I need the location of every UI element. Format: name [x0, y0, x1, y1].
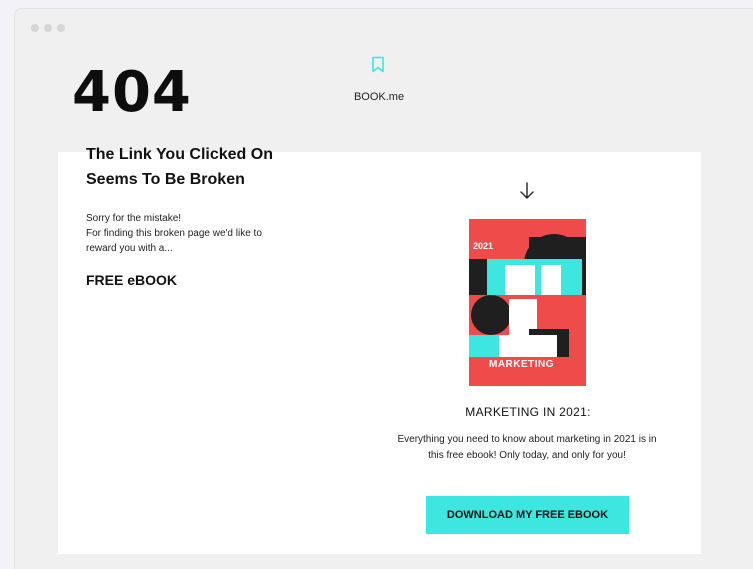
headline-line: Seems To Be Broken	[86, 171, 245, 188]
description-line: this free ebook! Only today, and only fo…	[428, 450, 626, 461]
description-line: Everything you need to know about market…	[397, 434, 657, 445]
window-dot[interactable]	[57, 24, 65, 32]
bookmark-icon[interactable]	[371, 56, 385, 73]
product-title: MARKETING IN 2021:	[465, 405, 591, 419]
download-ebook-button[interactable]: DOWNLOAD MY FREE EBOOK	[426, 496, 629, 534]
error-headline: The Link You Clicked On Seems To Be Brok…	[86, 142, 326, 192]
window-dot[interactable]	[31, 24, 39, 32]
error-code: 404	[72, 60, 192, 125]
product-description: Everything you need to know about market…	[361, 432, 693, 464]
ebook-cover[interactable]: 2021 MARKETING	[469, 219, 586, 386]
window-dot[interactable]	[44, 24, 52, 32]
message-line: For finding this broken page we'd like t…	[86, 228, 262, 239]
message-line: Sorry for the mistake!	[86, 213, 182, 224]
cover-year: 2021	[473, 241, 494, 251]
cover-label: MARKETING	[489, 359, 555, 370]
error-message: Sorry for the mistake! For finding this …	[86, 211, 326, 256]
message-line: reward you with a...	[86, 243, 173, 254]
offer-label: FREE eBOOK	[86, 272, 178, 288]
headline-line: The Link You Clicked On	[86, 146, 273, 163]
window-controls	[15, 9, 753, 47]
arrow-down-icon	[520, 182, 534, 199]
